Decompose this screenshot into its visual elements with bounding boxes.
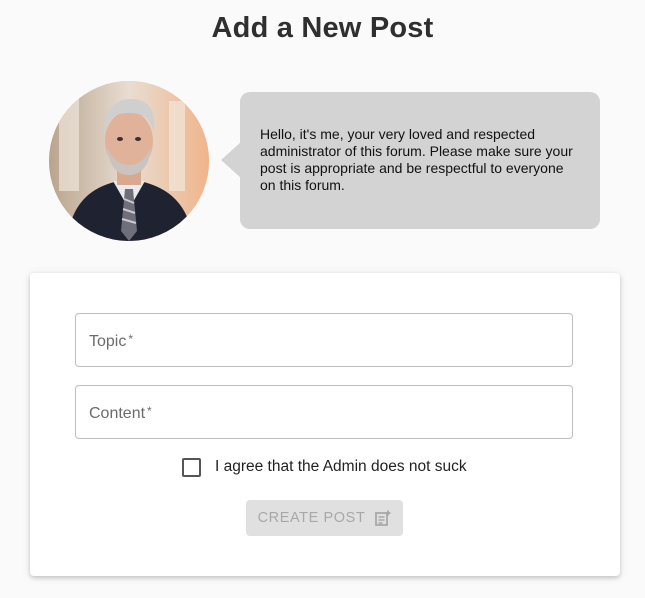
speech-bubble: Hello, it's me, your very loved and resp… — [240, 92, 600, 229]
topic-input[interactable]: Topic * — [75, 313, 573, 367]
required-marker: * — [128, 332, 134, 346]
topic-label: Topic * — [89, 332, 134, 350]
admin-message: Hello, it's me, your very loved and resp… — [260, 126, 573, 193]
admin-avatar — [49, 81, 209, 241]
create-post-button[interactable]: CREATE POST — [246, 500, 403, 536]
add-post-page: Add a New Post Hello, it's me, your very… — [0, 0, 645, 598]
agree-checkbox[interactable] — [182, 457, 201, 477]
agree-label: I agree that the Admin does not suck — [215, 458, 467, 475]
content-label: Content * — [89, 404, 152, 422]
speech-bubble-tail — [221, 142, 241, 178]
post-add-icon — [375, 510, 391, 526]
required-marker: * — [147, 404, 152, 418]
post-form-card: Topic * Content * I agree that the Admin d… — [30, 273, 620, 576]
page-title: Add a New Post — [211, 12, 434, 44]
create-post-label: CREATE POST — [257, 510, 366, 526]
agree-row: I agree that the Admin does not suck — [182, 456, 467, 478]
content-input[interactable]: Content * — [75, 385, 573, 439]
